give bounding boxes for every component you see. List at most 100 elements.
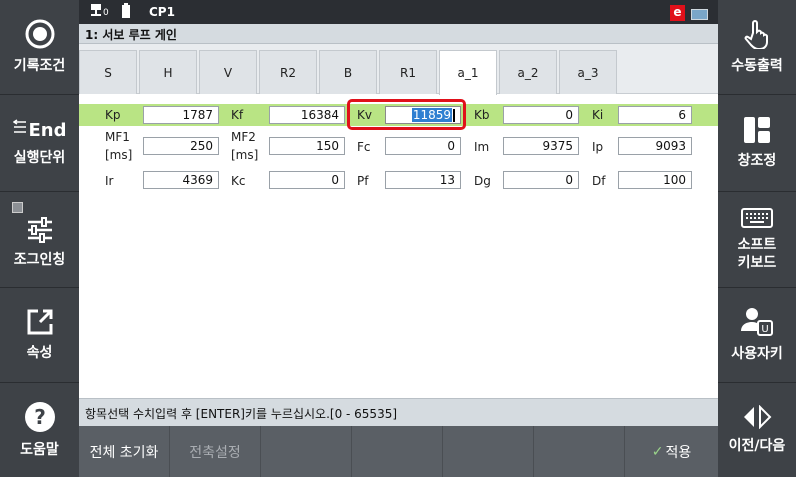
user-key-icon: U [741,308,773,336]
label-ip: Ip [592,140,604,154]
field-ir[interactable]: 4369 [143,171,219,189]
record-condition-label: 기록조건 [13,58,66,74]
field-mf1[interactable]: 250 [143,137,219,155]
tab-b[interactable]: B [319,50,377,94]
axis-tabs: S H V R2 B R1 a_1 a_2 a_3 [79,44,718,95]
label-kf: Kf [231,108,244,122]
record-condition-button[interactable]: 기록조건 [0,0,79,95]
empty-button-6[interactable] [534,426,625,477]
prev-next-button[interactable]: 이전/다음 [718,383,796,477]
label-kc: Kc [231,174,246,188]
right-menu: 수동출력 창조정 소프트 키보드 U 사용자키 이전/다음 [718,0,796,477]
page-title: 1: 서보 루프 게인 [85,28,177,42]
external-link-icon [27,309,52,335]
screen-icon [691,9,708,20]
tab-v[interactable]: V [199,50,257,94]
left-menu: 기록조건 End 실행단위 조그인칭 속성 ? 도움말 [0,0,79,477]
properties-button[interactable]: 속성 [0,288,79,383]
field-mf2[interactable]: 150 [269,137,345,155]
label-mf2: MF2 [231,130,256,144]
apply-button[interactable]: ✓ 적용 [625,426,718,477]
label-dg: Dg [474,174,491,188]
record-icon [25,19,54,49]
label-pf: Pf [357,174,369,188]
tab-r2[interactable]: R2 [259,50,317,94]
field-kb[interactable]: 0 [503,106,579,124]
sliders-icon [27,216,52,243]
window-adjust-button[interactable]: 창조정 [718,95,796,192]
field-fc[interactable]: 0 [385,137,461,155]
teach-pendant-screen: 기록조건 End 실행단위 조그인칭 속성 ? 도움말 수동출력 창조정 소프트… [0,0,796,477]
hint-message: 항목선택 수치입력 후 [ENTER]키를 누르십시오.[0 - 65535] [85,407,398,421]
field-pf[interactable]: 13 [385,171,461,189]
empty-button-3[interactable] [261,426,352,477]
label-mf1-unit: [ms] [105,148,133,162]
end-indicator: End [12,119,67,141]
tab-r1[interactable]: R1 [379,50,437,94]
reset-all-button[interactable]: 전체 초기화 [79,426,170,477]
label-im: Im [474,140,490,154]
field-ip[interactable]: 9093 [618,137,692,155]
tab-a2[interactable]: a_2 [499,50,557,94]
check-icon: ✓ [651,443,664,460]
jog-checkbox[interactable] [12,202,23,213]
io-icon [91,4,101,16]
robot-name: CP1 [149,5,175,19]
field-kc[interactable]: 0 [269,171,345,189]
properties-label: 속성 [26,345,53,361]
label-ki: Ki [592,108,604,122]
label-mf2-unit: [ms] [231,148,259,162]
tab-a3[interactable]: a_3 [559,50,617,94]
field-df[interactable]: 100 [618,171,692,189]
message-bar: 항목선택 수치입력 후 [ENTER]키를 누르십시오.[0 - 65535] [79,398,718,426]
list-icon [12,119,26,133]
help-label: 도움말 [20,442,59,458]
prev-next-icon [744,405,772,429]
window-adjust-label: 창조정 [737,153,777,169]
tab-a1[interactable]: a_1 [439,50,497,95]
svg-text:U: U [761,324,768,335]
svg-text:?: ? [34,405,46,429]
axis-setting-button[interactable]: 전축설정 [170,426,261,477]
title-bar: 1: 서보 루프 게인 [79,24,718,44]
empty-button-5[interactable] [443,426,534,477]
label-df: Df [592,174,606,188]
field-kp[interactable]: 1787 [143,106,219,124]
window-layout-icon [744,117,770,143]
jog-inching-label: 조그인칭 [13,251,66,268]
bottom-toolbar: 전체 초기화 전축설정 ✓ 적용 [79,426,718,477]
exec-unit-label: 실행단위 [13,150,66,166]
user-key-button[interactable]: U 사용자키 [718,288,796,383]
selection-highlight [347,99,466,130]
label-kb: Kb [474,108,490,122]
mode-badge: e [670,5,685,21]
empty-button-4[interactable] [352,426,443,477]
help-icon: ? [24,402,55,432]
manual-output-button[interactable]: 수동출력 [718,0,796,95]
field-im[interactable]: 9375 [503,137,579,155]
field-dg[interactable]: 0 [503,171,579,189]
end-label: End [28,119,67,141]
user-key-label: 사용자키 [731,346,783,362]
touch-hand-icon [744,20,768,49]
label-fc: Fc [357,140,371,154]
soft-keyboard-button[interactable]: 소프트 키보드 [718,192,796,288]
keyboard-icon [741,207,773,228]
servo-gain-panel: S H V R2 B R1 a_1 a_2 a_3 Kp 1787 Kf 163… [79,44,718,398]
tab-h[interactable]: H [139,50,197,94]
battery-icon [122,3,130,18]
manual-output-label: 수동출력 [731,58,783,74]
label-ir: Ir [105,174,114,188]
label-mf1: MF1 [105,130,130,144]
exec-unit-button[interactable]: End 실행단위 [0,95,79,192]
tab-s[interactable]: S [79,50,137,94]
io-count: 0 [103,8,109,18]
field-kf[interactable]: 16384 [269,106,345,124]
status-bar: 0 CP1 e [79,0,718,24]
help-button[interactable]: ? 도움말 [0,383,79,477]
jog-inching-button[interactable]: 조그인칭 [0,192,79,288]
field-ki[interactable]: 6 [618,106,692,124]
soft-keyboard-label: 소프트 키보드 [737,236,777,271]
apply-label: 적용 [665,444,692,461]
prev-next-label: 이전/다음 [728,438,786,454]
